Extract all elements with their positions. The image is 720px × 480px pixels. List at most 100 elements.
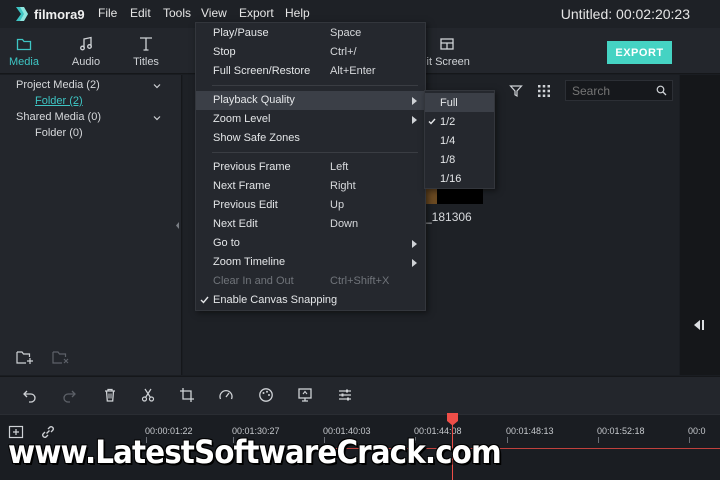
music-note-icon xyxy=(80,36,92,51)
menu-item-show-safe-zones[interactable]: Show Safe Zones xyxy=(196,129,425,148)
adjust-sliders-icon[interactable] xyxy=(337,387,353,403)
menu-item-label: Full Screen/Restore xyxy=(213,65,311,77)
search-icon[interactable] xyxy=(656,85,667,96)
media-thumbnail-edge xyxy=(425,188,437,204)
menu-item-stop[interactable]: Stop Ctrl+/ xyxy=(196,43,425,62)
speed-icon[interactable] xyxy=(218,387,234,403)
menu-item-shortcut: Ctrl+Shift+X xyxy=(330,275,390,287)
menu-separator xyxy=(212,85,418,86)
menu-item-shortcut: Ctrl+/ xyxy=(330,46,357,58)
menu-item-next-edit[interactable]: Next Edit Down xyxy=(196,215,425,234)
menu-file[interactable]: File xyxy=(98,6,117,20)
menu-item-previous-frame[interactable]: Previous Frame Left xyxy=(196,158,425,177)
redo-icon[interactable] xyxy=(61,387,77,403)
playhead-handle-icon[interactable] xyxy=(446,412,459,426)
menu-item-shortcut: Space xyxy=(330,27,362,39)
tree-project-media[interactable]: Project Media (2) xyxy=(16,79,100,91)
color-palette-icon[interactable] xyxy=(258,387,274,403)
crop-icon[interactable] xyxy=(179,387,195,403)
quality-option-1-2[interactable]: 1/2 xyxy=(425,112,494,131)
chevron-down-icon[interactable] xyxy=(152,81,162,91)
filter-icon[interactable] xyxy=(509,84,523,98)
menu-item-label: Clear In and Out xyxy=(213,275,294,287)
app-logo: filmora9 xyxy=(14,5,85,23)
menu-item-label: Go to xyxy=(213,237,240,249)
tab-split-screen[interactable]: lit Screen xyxy=(420,28,474,74)
checkmark-icon xyxy=(428,118,436,125)
quality-option-1-4[interactable]: 1/4 xyxy=(425,131,494,150)
menu-item-play-pause[interactable]: Play/Pause Space xyxy=(196,24,425,43)
menu-item-shortcut: Right xyxy=(330,180,356,192)
menu-item-label: Previous Frame xyxy=(213,161,291,173)
ruler-tick xyxy=(689,437,690,443)
app-name: filmora9 xyxy=(34,6,85,22)
menu-item-zoom-level[interactable]: Zoom Level xyxy=(196,110,425,129)
menu-item-enable-canvas-snapping[interactable]: Enable Canvas Snapping xyxy=(196,291,425,310)
tree-shared-media[interactable]: Shared Media (0) xyxy=(16,111,101,123)
menu-item-shortcut: Up xyxy=(330,199,345,211)
grid-view-icon[interactable] xyxy=(537,84,551,98)
tab-audio[interactable]: Audio xyxy=(62,28,110,74)
menu-help[interactable]: Help xyxy=(285,6,310,20)
menu-item-next-frame[interactable]: Next Frame Right xyxy=(196,177,425,196)
tab-media[interactable]: Media xyxy=(0,28,48,74)
menu-item-label: Zoom Timeline xyxy=(213,256,286,268)
watermark-text: www.LatestSoftwareCrack.com xyxy=(8,433,502,471)
menu-item-label: Previous Edit xyxy=(213,199,278,211)
menu-item-label: Next Frame xyxy=(213,180,271,192)
split-screen-icon xyxy=(440,38,454,50)
menu-item-shortcut: Down xyxy=(330,218,359,230)
quality-option-label: 1/2 xyxy=(440,116,456,128)
tab-titles-label: Titles xyxy=(133,56,159,68)
quality-option-1-8[interactable]: 1/8 xyxy=(425,150,494,169)
text-icon xyxy=(140,37,152,51)
quality-option-1-16[interactable]: 1/16 xyxy=(425,169,494,188)
ruler-label: 00:01:48:13 xyxy=(506,426,554,436)
ruler-label: 00:01:52:18 xyxy=(597,426,645,436)
menu-item-shortcut: Left xyxy=(330,161,349,173)
quality-option-label: 1/8 xyxy=(440,154,456,166)
menu-item-label: Stop xyxy=(213,46,236,58)
menu-item-label: Zoom Level xyxy=(213,113,271,125)
tree-shared-folder[interactable]: Folder (0) xyxy=(35,127,83,139)
expand-preview-icon[interactable] xyxy=(692,319,706,331)
menu-item-shortcut: Alt+Enter xyxy=(330,65,376,77)
quality-option-label: Full xyxy=(440,97,458,109)
tree-project-folder[interactable]: Folder (2) xyxy=(35,95,83,107)
menu-item-go-to[interactable]: Go to xyxy=(196,234,425,253)
submenu-arrow-icon xyxy=(412,240,417,248)
menu-item-full-screen[interactable]: Full Screen/Restore Alt+Enter xyxy=(196,62,425,81)
tab-media-label: Media xyxy=(9,56,39,68)
remove-folder-icon[interactable] xyxy=(52,349,70,365)
quality-option-label: 1/16 xyxy=(440,173,462,185)
submenu-arrow-icon xyxy=(412,97,417,105)
menu-export[interactable]: Export xyxy=(239,6,274,20)
quality-option-label: 1/4 xyxy=(440,135,456,147)
add-folder-icon[interactable] xyxy=(16,349,34,365)
chevron-down-icon[interactable] xyxy=(152,113,162,123)
delete-icon[interactable] xyxy=(102,387,118,403)
menu-tools[interactable]: Tools xyxy=(163,6,191,20)
collapse-panel-arrow-icon[interactable] xyxy=(175,221,180,230)
tab-titles[interactable]: Titles xyxy=(122,28,170,74)
menu-view[interactable]: View xyxy=(201,6,227,20)
media-item-label: _181306 xyxy=(425,210,472,224)
menu-edit[interactable]: Edit xyxy=(130,6,151,20)
menu-item-previous-edit[interactable]: Previous Edit Up xyxy=(196,196,425,215)
undo-icon[interactable] xyxy=(22,387,38,403)
filmora-logo-icon xyxy=(16,7,28,21)
submenu-arrow-icon xyxy=(412,259,417,267)
scissors-icon[interactable] xyxy=(140,387,156,403)
export-button[interactable]: EXPORT xyxy=(607,41,672,64)
menu-item-playback-quality[interactable]: Playback Quality xyxy=(196,91,425,110)
menu-item-label: Playback Quality xyxy=(213,94,295,106)
menu-separator xyxy=(212,152,418,153)
menu-item-label: Play/Pause xyxy=(213,27,269,39)
submenu-arrow-icon xyxy=(412,116,417,124)
tab-audio-label: Audio xyxy=(71,56,101,68)
menu-item-zoom-timeline[interactable]: Zoom Timeline xyxy=(196,253,425,272)
quality-option-full[interactable]: Full xyxy=(425,93,494,112)
ruler-label: 00:0 xyxy=(688,426,706,436)
tab-split-screen-label: lit Screen xyxy=(424,56,470,68)
green-screen-icon[interactable] xyxy=(297,387,313,403)
